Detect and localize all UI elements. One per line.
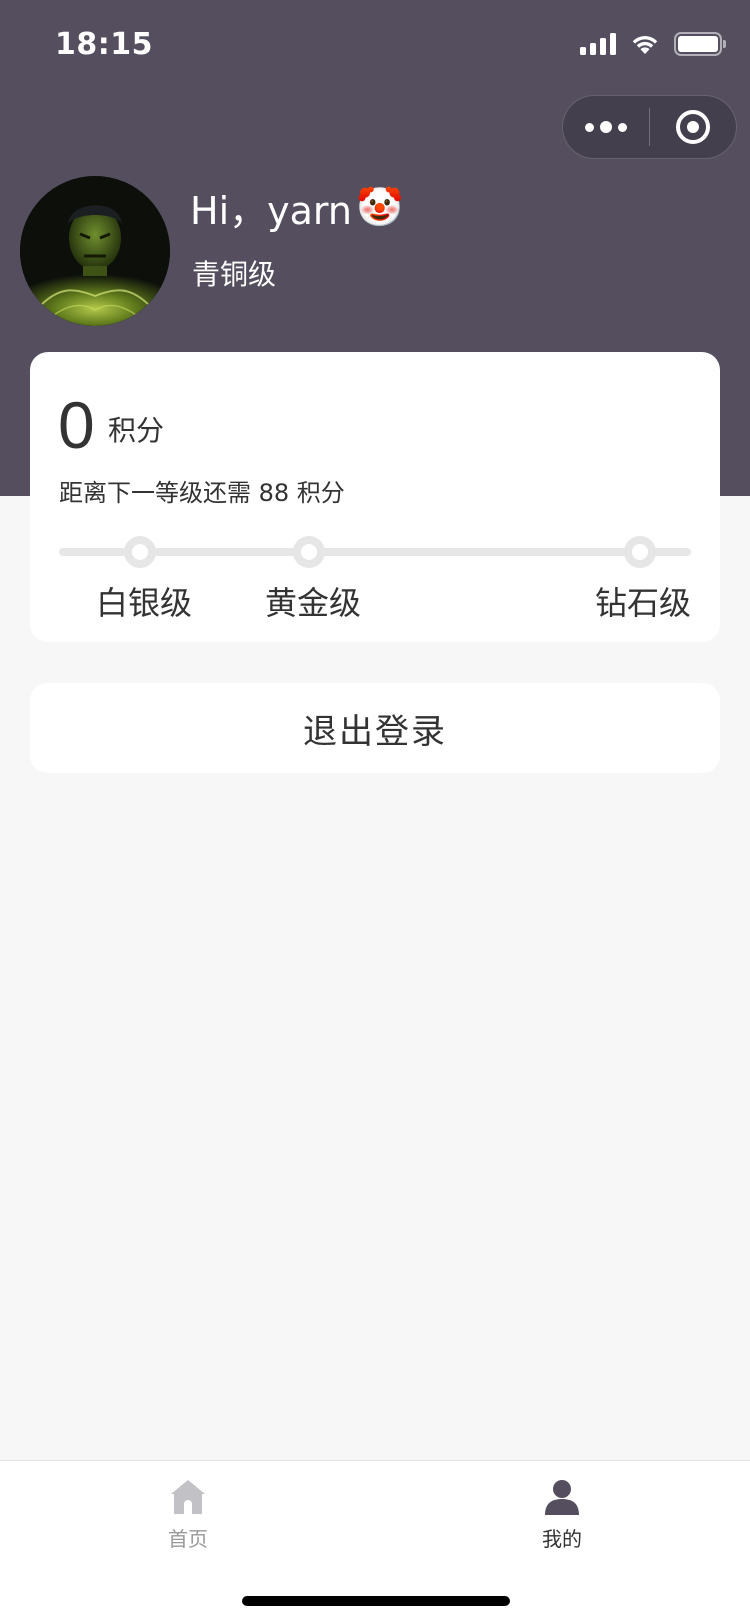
tier-label-gold: 黄金级 xyxy=(265,584,362,622)
status-time: 18:15 xyxy=(55,27,153,62)
wifi-icon xyxy=(632,36,658,54)
clown-face-icon: 🤡 xyxy=(355,185,404,229)
tier-node-silver xyxy=(124,536,156,568)
logout-label: 退出登录 xyxy=(303,711,447,752)
miniprogram-capsule xyxy=(562,95,737,159)
points-card: 0 积分 距离下一等级还需 88 积分 白银级 黄金级 钻石级 xyxy=(30,352,720,642)
points-value: 0 xyxy=(58,388,95,462)
logout-button[interactable]: 退出登录 xyxy=(30,683,720,773)
tier-label-diamond: 钻石级 xyxy=(595,584,692,622)
status-bar: 18:15 xyxy=(0,0,750,92)
user-greeting: Hi，yarn 🤡 xyxy=(190,180,403,235)
tier-node-diamond xyxy=(624,536,656,568)
points-unit: 积分 xyxy=(108,414,165,447)
battery-icon xyxy=(674,32,726,56)
cellular-signal-icon xyxy=(580,33,616,55)
status-icons xyxy=(580,32,726,56)
close-miniprogram-button[interactable] xyxy=(650,95,736,159)
avatar[interactable] xyxy=(20,176,170,326)
target-icon xyxy=(675,110,710,144)
tab-home-label: 首页 xyxy=(168,1527,208,1551)
greeting-text: Hi，yarn xyxy=(190,189,352,233)
user-level: 青铜级 xyxy=(192,258,277,291)
user-icon xyxy=(545,1480,579,1515)
home-icon xyxy=(171,1480,205,1514)
profile-page: 18:15 Hi，yarn 🤡 青铜级 0 积分 距离下一等级还需 88 积分 … xyxy=(0,0,750,1624)
tier-node-gold xyxy=(293,536,325,568)
tier-label-silver: 白银级 xyxy=(96,584,193,622)
home-indicator[interactable] xyxy=(242,1596,510,1606)
avatar-image xyxy=(20,176,170,326)
tab-mine-label: 我的 xyxy=(542,1527,582,1551)
tab-home[interactable]: 首页 xyxy=(128,1477,248,1552)
tab-mine[interactable]: 我的 xyxy=(502,1477,622,1552)
more-options-button[interactable] xyxy=(563,95,649,159)
next-level-tip: 距离下一等级还需 88 积分 xyxy=(59,479,345,507)
